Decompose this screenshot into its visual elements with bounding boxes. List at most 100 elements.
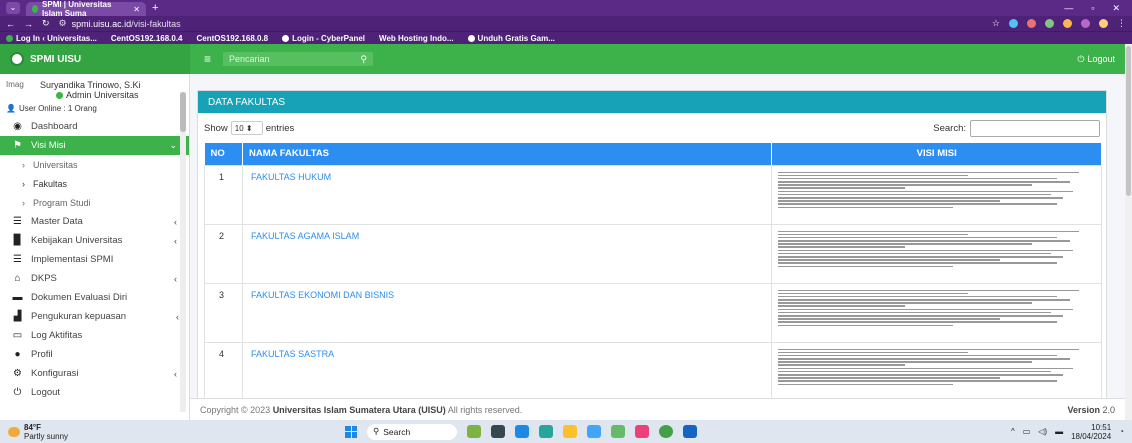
extension-icon[interactable] [1063, 19, 1072, 28]
row-number: 3 [204, 282, 243, 343]
url-path: /visi-fakultas [131, 18, 181, 29]
app-icon[interactable] [467, 425, 481, 438]
weather-icon [8, 426, 20, 437]
chrome-icon[interactable] [659, 425, 673, 438]
battery-icon[interactable]: ▬ [1055, 427, 1063, 436]
page-scrollbar[interactable] [1125, 44, 1132, 420]
column-header-no[interactable]: NO [204, 143, 243, 165]
logout-button[interactable]: ⏻ Logout [1077, 54, 1115, 65]
sidebar-sub-universitas[interactable]: › Universitas [0, 155, 189, 174]
sidebar-item-implementasi[interactable]: ☰ Implementasi SPMI [0, 250, 189, 269]
sidebar-item-master-data[interactable]: ☰ Master Data ‹ [0, 212, 189, 231]
row-number: 2 [204, 223, 243, 284]
brand-title: SPMI UISU [30, 53, 82, 65]
clock[interactable]: 10:51 18/04/2024 [1071, 423, 1111, 441]
bookmarks-bar: Log In ‹ Universitas... CentOS192.168.0.… [0, 31, 1132, 44]
bookmark-item[interactable]: Web Hosting Indo... [379, 34, 454, 43]
close-tab-icon[interactable]: ✕ [133, 5, 140, 14]
search-icon[interactable]: ⚲ [360, 54, 367, 65]
browser-tab[interactable]: SPMI | Universitas Islam Suma ✕ [26, 0, 146, 18]
extension-icon[interactable] [1081, 19, 1090, 28]
column-header-visi[interactable]: VISI MISI [771, 143, 1102, 165]
app-icon[interactable] [683, 425, 697, 438]
fakultas-name-link[interactable]: FAKULTAS AGAMA ISLAM [241, 223, 773, 284]
star-icon[interactable]: ☆ [992, 18, 1000, 29]
search-placeholder: Pencarian [229, 54, 270, 64]
taskbar-search[interactable]: ⚲ Search [367, 423, 457, 440]
minimize-icon[interactable]: — [1064, 3, 1073, 14]
weather-widget[interactable]: 84°F Partly sunny [8, 423, 68, 441]
sidebar-item-profil[interactable]: ● Profil [0, 345, 189, 364]
chevron-left-icon: ‹ [174, 368, 177, 379]
user-panel: Imag Suryandika Trinowo, S.Ki Admin Univ… [0, 74, 189, 102]
entries-select[interactable]: 10 ⬍ [230, 121, 263, 135]
sidebar-scrollbar[interactable] [180, 92, 186, 412]
app-icon[interactable] [491, 425, 505, 438]
user-name: Suryandika Trinowo, S.Ki [40, 80, 141, 90]
url-host: spmi.uisu.ac.id [71, 18, 132, 29]
extension-icon[interactable] [1045, 19, 1054, 28]
online-count: 👤 User Online : 1 Orang [6, 104, 97, 113]
sidebar-item-konfigurasi[interactable]: ⚙ Konfigurasi ‹ [0, 364, 189, 383]
bookmark-item[interactable]: Unduh Gratis Gam... [467, 34, 555, 43]
app-icon[interactable] [587, 425, 601, 438]
menu-icon[interactable]: ⋮ [1117, 18, 1126, 29]
chart-icon: ▟ [13, 311, 22, 322]
fakultas-name-link[interactable]: FAKULTAS SASTRA [241, 341, 773, 399]
reload-icon[interactable]: ↻ [42, 18, 50, 29]
data-card: DATA FAKULTAS Show 10 ⬍ entries Search: … [197, 90, 1107, 400]
app-icon[interactable] [539, 425, 553, 438]
close-window-icon[interactable]: ✕ [1112, 3, 1120, 14]
table-search-input[interactable] [970, 119, 1100, 137]
logo-icon [10, 52, 24, 66]
hamburger-icon[interactable]: ≡ [204, 52, 211, 66]
tab-menu-button[interactable]: ⌄ [6, 2, 20, 14]
bookmark-item[interactable]: Log In ‹ Universitas... [6, 34, 97, 43]
table-controls: Show 10 ⬍ entries Search: [198, 113, 1106, 143]
extension-icon[interactable] [1027, 19, 1036, 28]
sidebar-item-visi-misi[interactable]: ⚑ Visi Misi ⌄ [0, 136, 189, 155]
sidebar-item-dkps[interactable]: ⌂ DKPS ‹ [0, 269, 189, 288]
profile-avatar[interactable] [1099, 19, 1108, 28]
fakultas-name-link[interactable]: FAKULTAS EKONOMI DAN BISNIS [241, 282, 773, 343]
app-icon[interactable] [611, 425, 625, 438]
address-bar: ← → ↻ ⚙ spmi.uisu.ac.id/visi-fakultas ☆ … [0, 16, 1132, 31]
book-icon: ▉ [13, 235, 22, 246]
forward-icon[interactable]: → [24, 19, 33, 29]
column-header-nama[interactable]: NAMA FAKULTAS [242, 143, 773, 165]
url-field[interactable]: ⚙ spmi.uisu.ac.id/visi-fakultas [59, 18, 181, 29]
wifi-icon[interactable]: ▭ [1023, 427, 1031, 436]
sidebar-item-kebijakan[interactable]: ▉ Kebijakan Universitas ‹ [0, 231, 189, 250]
table-row: 2 FAKULTAS AGAMA ISLAM [204, 223, 1102, 284]
app-icon[interactable] [635, 425, 649, 438]
brand-link[interactable]: SPMI UISU [0, 44, 190, 74]
sidebar-item-dokumen[interactable]: ▬ Dokumen Evaluasi Diri [0, 288, 189, 307]
bookmark-item[interactable]: Login - CyberPanel [282, 34, 365, 43]
volume-icon[interactable]: ◁) [1038, 427, 1047, 436]
bookmark-item[interactable]: CentOS192.168.0.8 [197, 34, 269, 43]
chevron-left-icon: ‹ [174, 273, 177, 284]
chevron-up-icon[interactable]: ^ [1011, 427, 1015, 436]
site-info-icon[interactable]: ⚙ [59, 18, 67, 29]
sidebar-item-log[interactable]: ▭ Log Aktifitas [0, 326, 189, 345]
search-input[interactable]: Pencarian ⚲ [223, 52, 374, 66]
sidebar-item-dashboard[interactable]: ◉ Dashboard [0, 117, 189, 136]
bookmark-item[interactable]: CentOS192.168.0.4 [111, 34, 183, 43]
sidebar-sub-fakultas[interactable]: › Fakultas [0, 174, 189, 193]
restore-icon[interactable]: ▫ [1091, 3, 1094, 14]
list-icon: ☰ [13, 254, 22, 265]
folder-icon[interactable] [563, 425, 577, 438]
notification-icon[interactable]: ◔ [1119, 427, 1124, 436]
back-icon[interactable]: ← [6, 19, 15, 29]
sidebar: Imag Suryandika Trinowo, S.Ki Admin Univ… [0, 74, 190, 420]
new-tab-button[interactable]: + [152, 2, 158, 14]
window-controls: — ▫ ✕ [1064, 3, 1126, 14]
sidebar-item-logout[interactable]: ⏻ Logout [0, 383, 189, 402]
app-icon[interactable] [515, 425, 529, 438]
sidebar-sub-program-studi[interactable]: › Program Studi [0, 193, 189, 212]
windows-start-icon[interactable] [345, 425, 357, 438]
extension-icon[interactable] [1009, 19, 1018, 28]
fakultas-name-link[interactable]: FAKULTAS HUKUM [241, 164, 773, 225]
sidebar-item-pengukuran[interactable]: ▟ Pengukuran kepuasan ‹ [0, 307, 189, 326]
system-tray: ^ ▭ ◁) ▬ 10:51 18/04/2024 ◔ [1011, 423, 1124, 441]
